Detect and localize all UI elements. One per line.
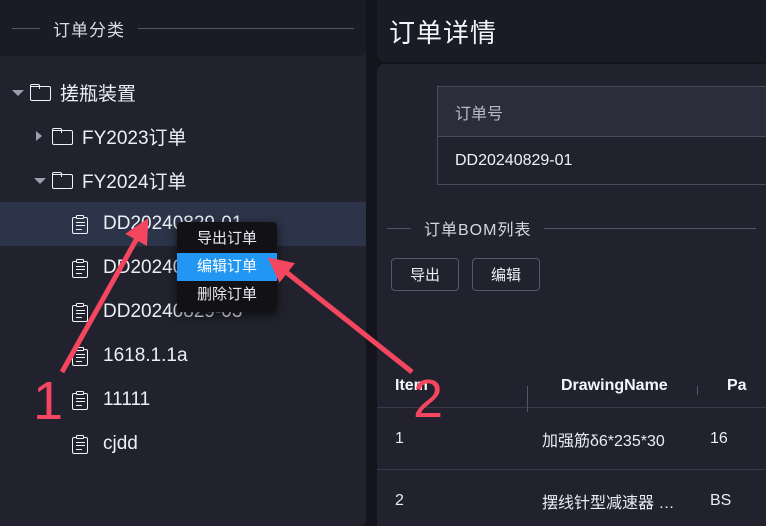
chevron-down-icon[interactable] xyxy=(10,84,26,100)
tree-item-label: 11111 xyxy=(103,389,151,410)
cell-drawingname: 加强筋δ6*235*30 xyxy=(542,432,665,450)
title-rule-right xyxy=(138,27,354,29)
bom-toolbar: 导出 编辑 xyxy=(377,240,766,291)
order-number-value: DD20240829-01 xyxy=(455,151,573,169)
menu-item-delete-order[interactable]: 删除订单 xyxy=(177,281,277,309)
cell-partno: BS xyxy=(710,491,732,509)
bom-section: 订单BOM列表 导出 编辑 xyxy=(377,216,766,291)
order-detail-title: 订单详情 xyxy=(389,17,498,48)
order-category-header: 订单分类 xyxy=(0,0,366,56)
document-icon xyxy=(72,214,89,234)
order-detail-panel: 订单详情 订单号 DD20240829-01 订单BOM列表 导出 编辑 Ite… xyxy=(377,0,766,526)
order-detail-header: 订单详情 xyxy=(377,0,766,62)
tree-item-fy2023[interactable]: FY2023订单 xyxy=(0,114,366,158)
folder-icon xyxy=(52,172,73,189)
folder-icon xyxy=(30,84,51,101)
folder-icon xyxy=(52,128,73,145)
annotation-number-1: 1 xyxy=(33,371,64,431)
title-rule-left xyxy=(12,27,40,29)
tree-item-label: 搓瓶装置 xyxy=(60,83,137,105)
page-title: 订单分类 xyxy=(53,20,125,40)
edit-button[interactable]: 编辑 xyxy=(472,258,540,291)
cell-partno: 16 xyxy=(710,429,728,447)
chevron-down-icon[interactable] xyxy=(32,172,48,188)
document-icon xyxy=(72,302,89,322)
order-number-table: 订单号 DD20240829-01 xyxy=(437,86,766,185)
document-icon xyxy=(72,434,89,454)
tree-item-label: FY2023订单 xyxy=(82,127,187,149)
bom-title-rule-right xyxy=(544,227,756,229)
tree-item-label: cjdd xyxy=(103,433,138,454)
tree-item-cuopingzhuangzhi[interactable]: 搓瓶装置 xyxy=(0,70,366,114)
order-number-column-header: 订单号 xyxy=(438,87,766,137)
document-icon xyxy=(72,258,89,278)
bom-section-title: 订单BOM列表 xyxy=(424,222,532,239)
column-header-drawingname[interactable]: DrawingName xyxy=(527,377,697,412)
order-detail-body: 订单号 DD20240829-01 订单BOM列表 导出 编辑 Item Dra… xyxy=(377,64,766,526)
column-header-partno[interactable]: Pa xyxy=(697,377,766,395)
export-button[interactable]: 导出 xyxy=(391,258,459,291)
document-icon xyxy=(72,390,89,410)
tree-item-label: 1618.1.1a xyxy=(103,345,188,366)
order-category-title-row: 订单分类 xyxy=(0,16,366,41)
app-root: 订单分类 搓瓶装置 FY2023订单 FY2024订单 DD20240829-0… xyxy=(0,0,766,526)
tree-item-fy2024[interactable]: FY2024订单 xyxy=(0,158,366,202)
menu-item-edit-order[interactable]: 编辑订单 xyxy=(177,253,277,281)
cell-drawingname: 摆线针型减速器 … xyxy=(542,494,675,512)
cell-item: 2 xyxy=(395,491,404,509)
order-context-menu[interactable]: 导出订单 编辑订单 删除订单 xyxy=(177,222,277,312)
chevron-right-icon[interactable] xyxy=(32,128,48,144)
bom-title-row: 订单BOM列表 xyxy=(377,216,766,240)
document-icon xyxy=(72,346,89,366)
cell-item: 1 xyxy=(395,429,404,447)
bom-title-rule-left xyxy=(387,227,411,229)
table-row[interactable]: 2 摆线针型减速器 … BS xyxy=(377,470,766,526)
menu-item-export-order[interactable]: 导出订单 xyxy=(177,225,277,253)
annotation-number-2: 2 xyxy=(413,369,444,429)
tree-item-label: FY2024订单 xyxy=(82,171,187,193)
column-header-item[interactable]: Item xyxy=(377,377,527,395)
